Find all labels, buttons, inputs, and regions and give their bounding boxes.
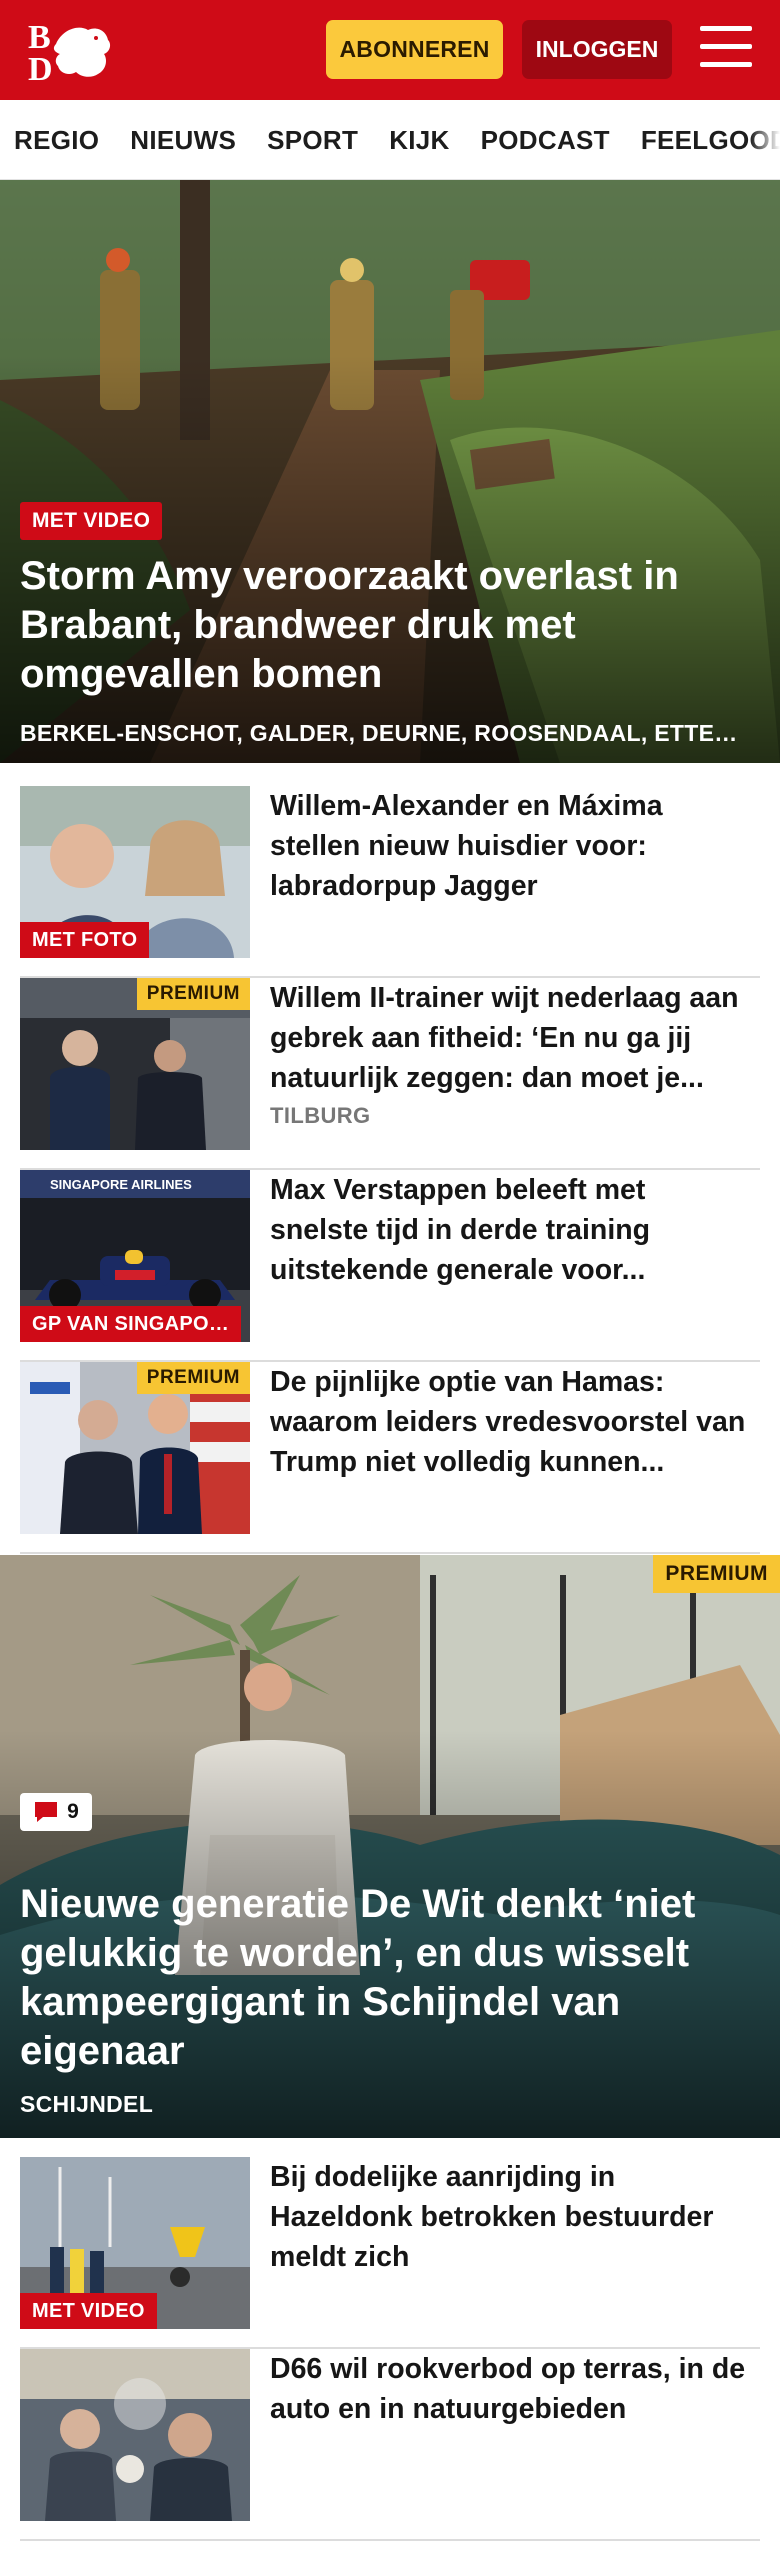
article-thumbnail[interactable] [20, 2349, 250, 2521]
article-thumbnail[interactable]: MET FOTO [20, 786, 250, 958]
list-item[interactable]: SINGAPORE AIRLINES GP VAN SINGAPO… Max V… [20, 1170, 760, 1362]
article-thumbnail[interactable]: PREMIUM [20, 1362, 250, 1534]
article-title[interactable]: Max Verstappen beleeft met snelste tijd … [270, 1170, 750, 1290]
article-place: TILBURG [270, 1103, 371, 1128]
comment-count-value: 9 [67, 1800, 79, 1823]
video-label: MET VIDEO [20, 502, 163, 540]
list-item[interactable]: MET FOTO Willem-Alexander en Máxima stel… [20, 786, 760, 978]
article-title[interactable]: Bij dodelijke aanrijding in Hazeldonk be… [270, 2157, 750, 2277]
list-item[interactable]: MET VIDEO Bij dodelijke aanrijding in Ha… [20, 2157, 760, 2349]
nav-item-podcast[interactable]: PODCAST [481, 125, 610, 156]
premium-badge: PREMIUM [653, 1555, 780, 1593]
feature-place: SCHIJNDEL [20, 2091, 154, 2117]
article-thumbnail[interactable]: MET VIDEO [20, 2157, 250, 2329]
video-label: MET VIDEO [20, 2293, 157, 2329]
nav-item-nieuws[interactable]: NIEUWS [130, 125, 236, 156]
feature-article[interactable]: PREMIUM 9 Nieuwe generatie De Wit denkt … [0, 1555, 780, 2138]
section-nav: REGIO NIEUWS SPORT KIJK PODCAST FEELGOOD [0, 100, 780, 180]
article-thumbnail[interactable]: PREMIUM [20, 978, 250, 1150]
nav-item-regio[interactable]: REGIO [14, 125, 99, 156]
article-title[interactable]: De pijnlijke optie van Hamas: waarom lei… [270, 1362, 750, 1482]
article-title[interactable]: Willem-Alexander en Máxima stellen nieuw… [270, 786, 750, 906]
svg-text:D: D [28, 51, 53, 84]
list-item[interactable]: D66 wil rookverbod op terras, in de auto… [20, 2349, 760, 2541]
nav-item-kijk[interactable]: KIJK [389, 125, 449, 156]
article-thumbnail[interactable]: SINGAPORE AIRLINES GP VAN SINGAPO… [20, 1170, 250, 1342]
race-label: GP VAN SINGAPO… [20, 1306, 242, 1342]
nav-scroll-fade [750, 100, 780, 179]
comment-icon [35, 1802, 58, 1822]
top-bar: B D ABONNEREN INLOGGEN [0, 0, 780, 100]
comment-count[interactable]: 9 [20, 1793, 92, 1831]
hero-article[interactable]: MET VIDEO Storm Amy veroorzaakt overlast… [0, 180, 780, 763]
hero-title[interactable]: Storm Amy veroorzaakt overlast in Braban… [20, 552, 750, 699]
nav-item-sport[interactable]: SPORT [267, 125, 358, 156]
login-button[interactable]: INLOGGEN [522, 20, 672, 79]
hero-places: BERKEL-ENSCHOT, GALDER, DEURNE, ROOSENDA… [20, 720, 738, 746]
bd-logo[interactable]: B D [26, 16, 118, 88]
list-item[interactable]: PREMIUM De pijnlijke optie van Hamas: wa… [20, 1362, 760, 1554]
menu-icon[interactable] [700, 26, 752, 72]
subscribe-button[interactable]: ABONNEREN [326, 20, 503, 79]
article-title[interactable]: Willem II-trainer wijt nederlaag aan geb… [270, 978, 750, 1098]
svg-text:SINGAPORE AIRLINES: SINGAPORE AIRLINES [50, 1177, 192, 1192]
premium-badge: PREMIUM [136, 978, 250, 1010]
premium-badge: PREMIUM [136, 1362, 250, 1394]
article-title[interactable]: D66 wil rookverbod op terras, in de auto… [270, 2349, 750, 2429]
feature-title[interactable]: Nieuwe generatie De Wit denkt ‘niet gelu… [20, 1880, 750, 2076]
photo-label: MET FOTO [20, 922, 150, 958]
list-item[interactable]: PREMIUM Willem II-trainer wijt nederlaag… [20, 978, 760, 1170]
